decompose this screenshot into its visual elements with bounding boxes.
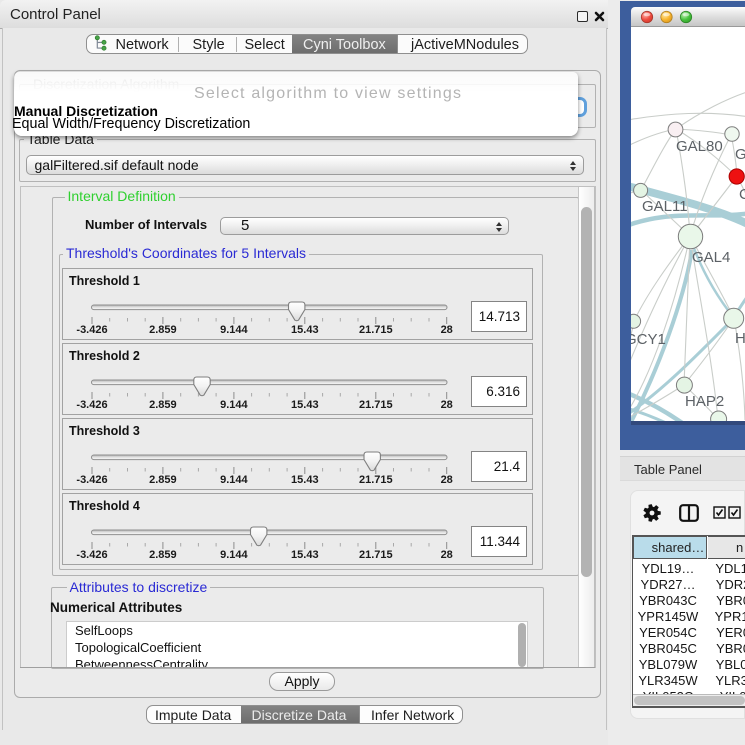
svg-text:21.715: 21.715 xyxy=(359,474,393,486)
svg-text:GAL4: GAL4 xyxy=(692,249,730,266)
svg-text:GAL11: GAL11 xyxy=(642,198,688,215)
svg-text:HAP2: HAP2 xyxy=(685,393,724,410)
svg-text:-3.426: -3.426 xyxy=(76,324,107,336)
svg-text:9.144: 9.144 xyxy=(220,474,248,486)
svg-text:G: G xyxy=(735,146,745,163)
svg-text:28: 28 xyxy=(441,474,453,486)
svg-text:C: C xyxy=(739,186,745,203)
svg-text:-3.426: -3.426 xyxy=(76,399,107,411)
svg-text:2.859: 2.859 xyxy=(149,399,177,411)
svg-text:GAL80: GAL80 xyxy=(676,138,723,155)
svg-text:2.859: 2.859 xyxy=(149,324,177,336)
svg-text:28: 28 xyxy=(441,399,453,411)
svg-text:21.715: 21.715 xyxy=(359,399,393,411)
svg-text:2.859: 2.859 xyxy=(149,474,177,486)
svg-text:15.43: 15.43 xyxy=(291,399,319,411)
svg-text:9.144: 9.144 xyxy=(220,549,248,561)
svg-text:15.43: 15.43 xyxy=(291,324,319,336)
svg-text:GCY1: GCY1 xyxy=(631,331,666,348)
svg-text:21.715: 21.715 xyxy=(359,324,393,336)
svg-text:21.715: 21.715 xyxy=(359,549,393,561)
svg-text:28: 28 xyxy=(441,549,453,561)
svg-text:9.144: 9.144 xyxy=(220,399,248,411)
svg-text:H: H xyxy=(735,330,745,347)
svg-text:15.43: 15.43 xyxy=(291,549,319,561)
svg-text:15.43: 15.43 xyxy=(291,474,319,486)
svg-text:-3.426: -3.426 xyxy=(76,474,107,486)
svg-text:28: 28 xyxy=(441,324,453,336)
svg-text:-3.426: -3.426 xyxy=(76,549,107,561)
svg-text:9.144: 9.144 xyxy=(220,324,248,336)
svg-text:2.859: 2.859 xyxy=(149,549,177,561)
